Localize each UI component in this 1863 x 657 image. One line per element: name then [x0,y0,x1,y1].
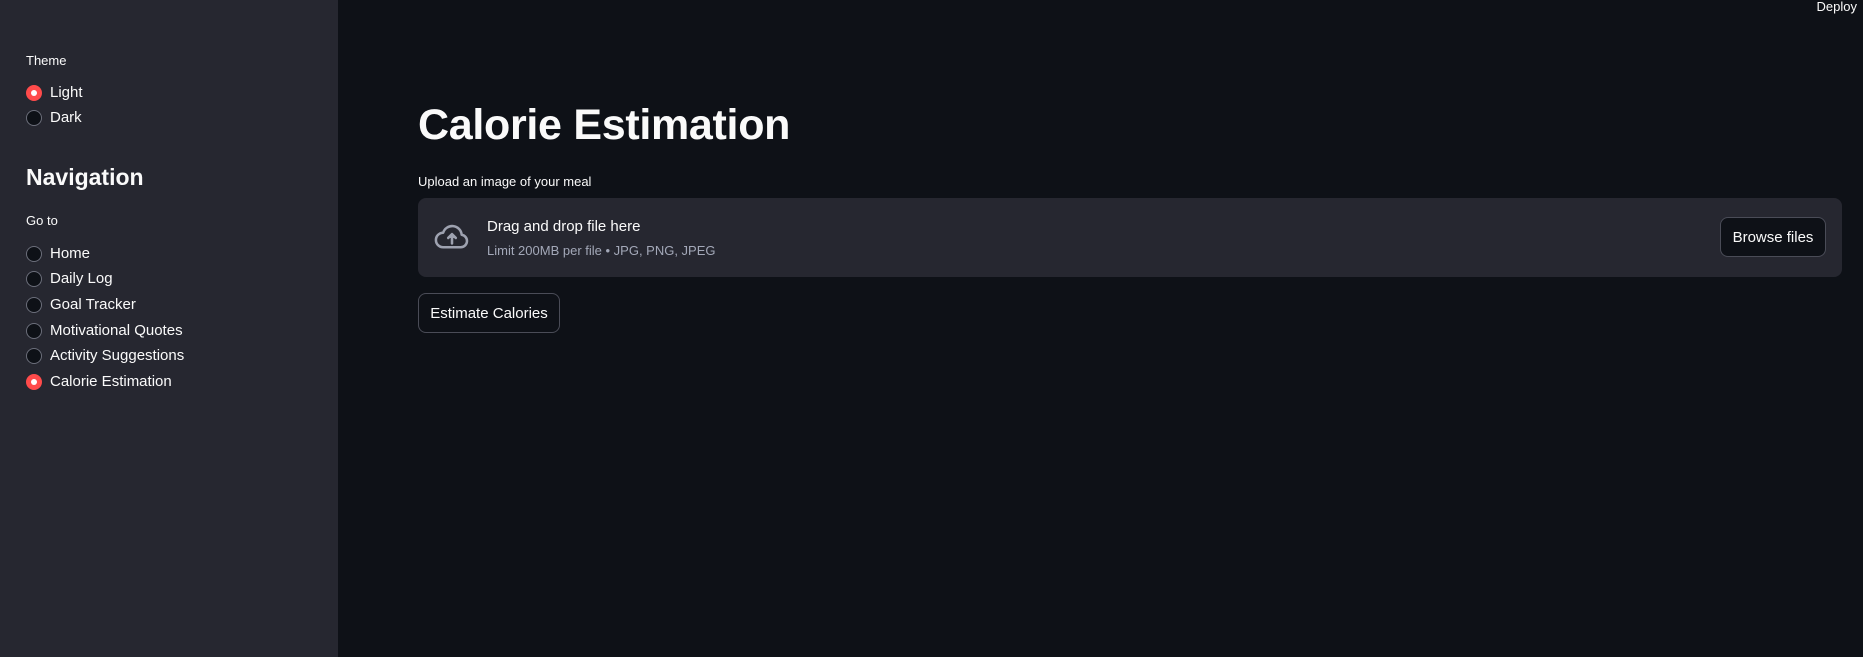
nav-option-home[interactable]: Home [26,241,184,267]
sidebar: Theme Light Dark Navigation Go to Home D… [0,0,338,657]
radio-checked-icon[interactable] [26,373,42,390]
nav-option-activity-suggestions[interactable]: Activity Suggestions [26,343,184,369]
radio-label: Goal Tracker [50,295,136,313]
theme-option-dark[interactable]: Dark [26,106,83,132]
navigation-heading: Navigation [26,164,144,190]
radio-unchecked-icon[interactable] [26,271,42,288]
radio-checked-icon[interactable] [26,84,42,101]
radio-label: Dark [50,109,82,127]
dropzone-hint: Limit 200MB per file • JPG, PNG, JPEG [487,243,716,258]
browse-files-button[interactable]: Browse files [1720,217,1826,257]
app-root: Theme Light Dark Navigation Go to Home D… [0,0,1863,657]
nav-option-calorie-estimation[interactable]: Calorie Estimation [26,369,184,395]
radio-label: Calorie Estimation [50,372,172,390]
theme-radio-group: Light Dark [26,80,83,131]
nav-radio-group: Home Daily Log Goal Tracker Motivational… [26,241,184,395]
estimate-calories-button[interactable]: Estimate Calories [418,293,560,333]
radio-unchecked-icon[interactable] [26,110,42,127]
radio-unchecked-icon[interactable] [26,348,42,365]
radio-label: Home [50,244,91,262]
radio-unchecked-icon[interactable] [26,296,42,313]
page-title: Calorie Estimation [418,101,791,149]
cloud-upload-icon [434,224,469,249]
deploy-button[interactable]: Deploy [1817,0,1857,14]
radio-label: Activity Suggestions [50,347,185,365]
dropzone-title: Drag and drop file here [487,218,641,235]
radio-unchecked-icon[interactable] [26,245,42,262]
radio-label: Motivational Quotes [50,321,183,339]
upload-label: Upload an image of your meal [418,174,592,189]
goto-label: Go to [26,213,58,228]
radio-unchecked-icon[interactable] [26,322,42,339]
theme-label: Theme [26,53,67,68]
radio-label: Light [50,83,83,101]
nav-option-motivational-quotes[interactable]: Motivational Quotes [26,318,184,344]
radio-label: Daily Log [50,270,113,288]
file-dropzone[interactable]: Drag and drop file here Limit 200MB per … [418,198,1842,277]
theme-option-light[interactable]: Light [26,80,83,106]
nav-option-daily-log[interactable]: Daily Log [26,267,184,293]
nav-option-goal-tracker[interactable]: Goal Tracker [26,292,184,318]
